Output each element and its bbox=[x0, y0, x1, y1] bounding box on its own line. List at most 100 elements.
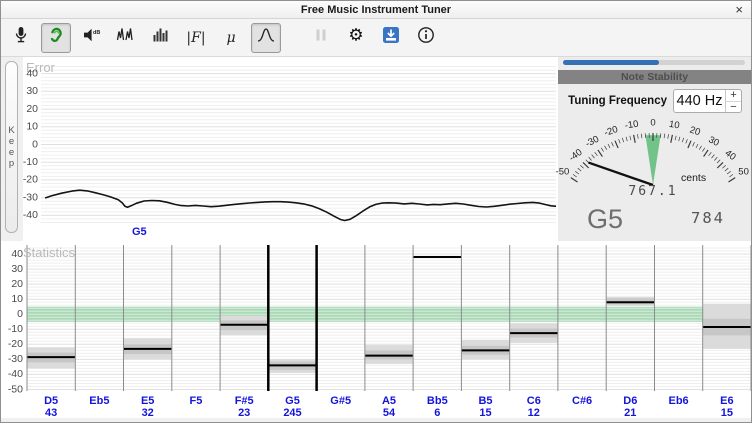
error-panel-left-strip: Keep bbox=[1, 57, 23, 241]
svg-text:10: 10 bbox=[26, 121, 38, 133]
about-button[interactable] bbox=[411, 23, 441, 53]
toolbar: dB |F| μ ⚙ bbox=[1, 19, 751, 57]
measured-frequency: 767.1 bbox=[578, 184, 728, 199]
waveform-icon bbox=[116, 25, 136, 50]
svg-text:20: 20 bbox=[26, 103, 38, 115]
gear-icon: ⚙ bbox=[346, 25, 366, 50]
error-note-label: G5 bbox=[132, 226, 147, 238]
svg-text:10: 10 bbox=[668, 119, 680, 132]
statistics-view-button[interactable] bbox=[251, 23, 281, 53]
note-count: 6 bbox=[434, 407, 440, 419]
note-stability-progress bbox=[563, 60, 745, 65]
note-label: C#6 bbox=[572, 395, 592, 407]
note-label: E6 bbox=[720, 395, 733, 407]
pause-icon bbox=[311, 25, 331, 50]
audio-feedback-button[interactable] bbox=[41, 23, 71, 53]
current-note: G5 bbox=[587, 204, 623, 235]
gauge-needle bbox=[589, 163, 654, 185]
tuning-frequency-label: Tuning Frequency bbox=[568, 95, 667, 107]
record-icon bbox=[381, 25, 401, 50]
microtonal-view-icon: μ bbox=[226, 30, 235, 46]
note-label: Eb6 bbox=[669, 395, 689, 407]
svg-text:0: 0 bbox=[650, 118, 655, 129]
window-title: Free Music Instrument Tuner bbox=[301, 4, 451, 16]
note-stats-A5 bbox=[365, 345, 413, 364]
note-label: G#5 bbox=[330, 395, 351, 407]
error-history-line bbox=[45, 190, 556, 220]
statistics-bottom-strip bbox=[1, 418, 751, 422]
statistics-y-tick-labels: 403020100-10-20-30-40-50 bbox=[8, 248, 23, 395]
note-label: A5 bbox=[382, 395, 396, 407]
svg-text:-10: -10 bbox=[8, 323, 23, 335]
svg-text:-30: -30 bbox=[584, 134, 601, 150]
note-count: 245 bbox=[283, 407, 301, 419]
microtonal-view-button[interactable]: μ bbox=[216, 23, 246, 53]
svg-text:-10: -10 bbox=[624, 119, 639, 132]
note-count: 43 bbox=[45, 407, 57, 419]
microphone-button[interactable] bbox=[6, 23, 36, 53]
fft-view-button[interactable]: |F| bbox=[181, 23, 211, 53]
svg-text:40: 40 bbox=[26, 67, 38, 79]
note-label: F5 bbox=[189, 395, 202, 407]
note-stats-B5 bbox=[461, 340, 509, 360]
app-window: Free Music Instrument Tuner × dB |F| μ ⚙ Ke… bbox=[0, 0, 752, 423]
spin-up-button[interactable]: + bbox=[726, 90, 741, 102]
note-count: 15 bbox=[479, 407, 491, 419]
error-chart[interactable]: Error403020100-10-20-30-40G5 bbox=[23, 57, 558, 241]
fft-view-icon: |F| bbox=[186, 30, 205, 46]
save-button[interactable] bbox=[376, 23, 406, 53]
harmonics-view-button[interactable] bbox=[146, 23, 176, 53]
note-count: 21 bbox=[624, 407, 636, 419]
volume-button[interactable]: dB bbox=[76, 23, 106, 53]
svg-text:30: 30 bbox=[26, 85, 38, 97]
svg-text:-30: -30 bbox=[23, 191, 38, 203]
svg-text:20: 20 bbox=[11, 278, 23, 290]
tuning-frequency-spinbox[interactable]: 440 Hz + − bbox=[673, 89, 742, 113]
statistics-chart-title: Statistics bbox=[23, 245, 76, 260]
note-label: D6 bbox=[623, 395, 637, 407]
note-count: 12 bbox=[528, 407, 540, 419]
bell-icon bbox=[256, 25, 276, 50]
svg-text:dB: dB bbox=[93, 30, 100, 36]
note-label: G5 bbox=[285, 395, 300, 407]
speaker-icon: dB bbox=[81, 25, 101, 50]
svg-text:-50: -50 bbox=[8, 383, 23, 395]
note-label: C6 bbox=[527, 395, 541, 407]
keep-button-letter: K bbox=[8, 126, 14, 136]
note-stats-E5 bbox=[124, 338, 172, 359]
svg-text:⚙: ⚙ bbox=[348, 26, 363, 46]
note-label: F#5 bbox=[235, 395, 254, 407]
svg-text:10: 10 bbox=[11, 293, 23, 305]
tuning-frequency-value[interactable]: 440 Hz bbox=[674, 90, 725, 112]
pause-button bbox=[306, 23, 336, 53]
svg-text:40: 40 bbox=[723, 148, 738, 163]
note-stats-D6 bbox=[606, 297, 654, 306]
error-y-tick-labels: 403020100-10-20-30-40 bbox=[23, 67, 38, 221]
svg-text:-20: -20 bbox=[603, 124, 619, 139]
ear-icon bbox=[46, 25, 66, 50]
note-stability-header: Note Stability bbox=[558, 70, 751, 84]
note-label: D5 bbox=[44, 395, 58, 407]
keep-button[interactable]: Keep bbox=[5, 61, 18, 233]
note-stability-progress-fill bbox=[563, 60, 659, 65]
note-stats-D5 bbox=[27, 347, 75, 368]
note-count: 15 bbox=[721, 407, 733, 419]
target-frequency: 784 bbox=[691, 209, 725, 227]
note-stats-G5 bbox=[268, 359, 316, 373]
spin-buttons: + − bbox=[725, 90, 741, 112]
statistics-chart[interactable]: Statistics403020100-10-20-30-40-50D543Eb… bbox=[1, 241, 751, 422]
svg-text:-10: -10 bbox=[23, 156, 38, 168]
mic-icon bbox=[11, 25, 31, 50]
waveform-view-button[interactable] bbox=[111, 23, 141, 53]
svg-text:30: 30 bbox=[11, 263, 23, 275]
gauge-units-label: cents bbox=[681, 172, 706, 184]
titlebar[interactable]: Free Music Instrument Tuner × bbox=[1, 1, 751, 19]
settings-button[interactable]: ⚙ bbox=[341, 23, 371, 53]
close-button[interactable]: × bbox=[735, 1, 743, 19]
note-stats-E6 bbox=[703, 304, 751, 349]
note-label: E5 bbox=[141, 395, 154, 407]
keep-button-letter: e bbox=[9, 137, 14, 147]
svg-text:-40: -40 bbox=[567, 147, 585, 164]
histogram-icon bbox=[151, 25, 171, 50]
note-stats-F#5 bbox=[220, 316, 268, 336]
